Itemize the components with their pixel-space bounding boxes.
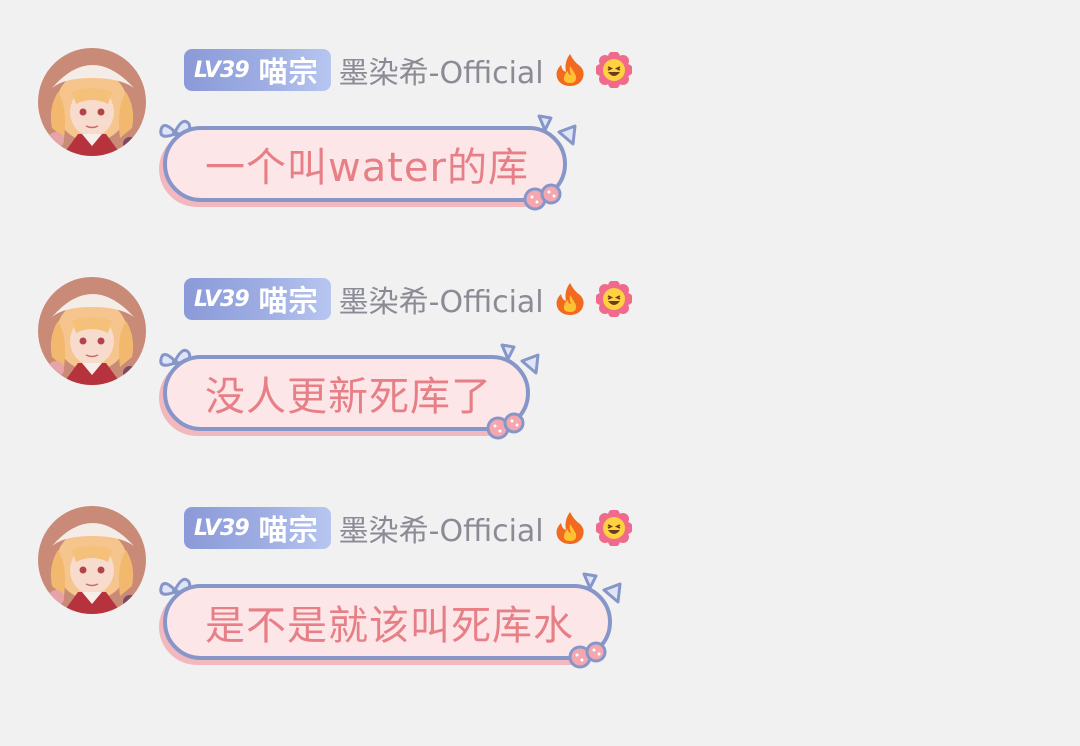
chat-message: LV39 喵宗 墨染希-Official bbox=[0, 458, 1080, 669]
message-text: 一个叫water的库 bbox=[205, 145, 529, 191]
level-title: 喵宗 bbox=[258, 513, 319, 547]
avatar-image bbox=[38, 506, 146, 614]
message-bubble[interactable]: 是不是就该叫死库水 bbox=[155, 572, 622, 669]
message-text: 是不是就该叫死库水 bbox=[205, 603, 574, 649]
avatar[interactable] bbox=[38, 277, 146, 385]
sparkle-icon bbox=[537, 114, 577, 146]
level-title: 喵宗 bbox=[258, 284, 319, 318]
level-badge[interactable]: LV39 喵宗 bbox=[184, 278, 331, 320]
grinning-flower-icon bbox=[595, 52, 632, 88]
fire-icon bbox=[552, 281, 588, 317]
fire-icon bbox=[552, 52, 588, 88]
level-title: 喵宗 bbox=[258, 55, 319, 89]
level-tag: LV39 bbox=[194, 286, 250, 312]
username[interactable]: 墨染希-Official bbox=[339, 506, 544, 550]
grinning-flower-icon bbox=[595, 281, 632, 317]
fire-icon bbox=[552, 510, 588, 546]
message-bubble[interactable]: 没人更新死库了 bbox=[155, 343, 540, 440]
avatar-image bbox=[38, 48, 146, 156]
message-bubble[interactable]: 一个叫water的库 bbox=[155, 114, 577, 211]
level-tag: LV39 bbox=[194, 515, 250, 541]
message-header: LV39 喵宗 墨染希-Official bbox=[184, 278, 632, 320]
message-header: LV39 喵宗 墨染希-Official bbox=[184, 49, 632, 91]
level-tag: LV39 bbox=[194, 57, 250, 83]
username[interactable]: 墨染希-Official bbox=[339, 277, 544, 321]
avatar[interactable] bbox=[38, 48, 146, 156]
message-text: 没人更新死库了 bbox=[205, 374, 492, 420]
sparkle-icon bbox=[500, 343, 540, 375]
username[interactable]: 墨染希-Official bbox=[339, 48, 544, 92]
avatar-image bbox=[38, 277, 146, 385]
message-header: LV39 喵宗 墨染希-Official bbox=[184, 507, 632, 549]
bubble-body: 是不是就该叫死库水 bbox=[163, 572, 622, 669]
berries-icon bbox=[523, 183, 562, 211]
chat-message: LV39 喵宗 墨染希-Official bbox=[0, 0, 1080, 211]
grinning-flower-icon bbox=[595, 510, 632, 546]
sparkle-icon bbox=[582, 572, 622, 604]
avatar[interactable] bbox=[38, 506, 146, 614]
berries-icon bbox=[486, 412, 525, 440]
chat-message: LV39 喵宗 墨染希-Official bbox=[0, 229, 1080, 440]
level-badge[interactable]: LV39 喵宗 bbox=[184, 49, 331, 91]
bubble-body: 一个叫water的库 bbox=[163, 114, 577, 211]
berries-icon bbox=[568, 641, 607, 669]
bubble-body: 没人更新死库了 bbox=[163, 343, 540, 440]
level-badge[interactable]: LV39 喵宗 bbox=[184, 507, 331, 549]
